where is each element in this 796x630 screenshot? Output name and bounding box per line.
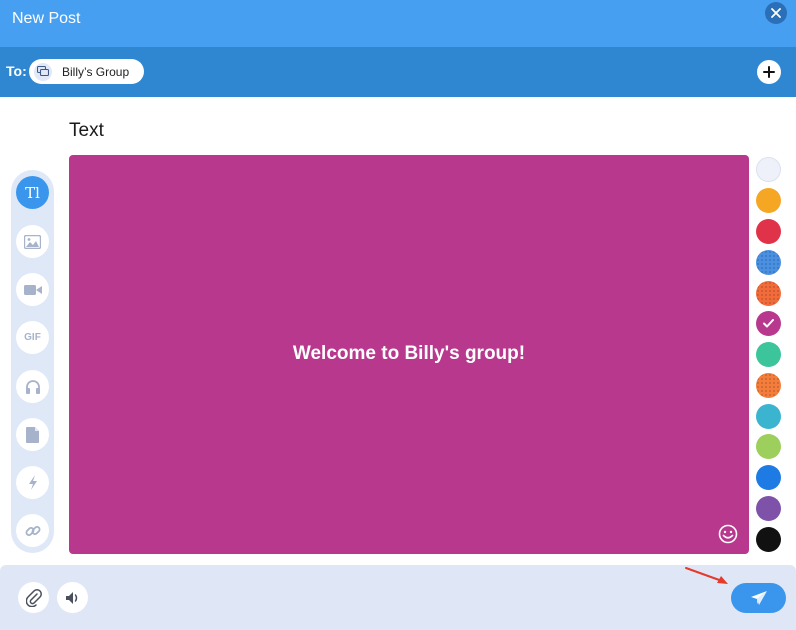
tool-document[interactable] (16, 418, 49, 451)
window-title: New Post (12, 10, 81, 27)
post-canvas[interactable]: Welcome to Billy's group! (69, 155, 749, 554)
tool-image[interactable] (16, 225, 49, 258)
color-swatch-teal[interactable] (756, 404, 781, 429)
color-swatch-magenta[interactable] (756, 311, 781, 336)
chat-icon (34, 62, 52, 81)
to-label: To: (6, 63, 27, 79)
color-swatch-purple[interactable] (756, 496, 781, 521)
color-swatch-red[interactable] (756, 219, 781, 244)
gif-icon: GIF (24, 332, 41, 343)
color-swatch-lime[interactable] (756, 434, 781, 459)
header: New Post (0, 0, 796, 47)
text-icon: Tl (25, 183, 40, 202)
color-swatch-light[interactable] (756, 157, 781, 182)
color-swatch-bright-blue[interactable] (756, 465, 781, 490)
link-icon (25, 525, 40, 536)
tool-flash[interactable] (16, 466, 49, 499)
recipient-chip[interactable]: Billy’s Group (29, 59, 144, 84)
annotation-arrow-icon (685, 567, 728, 584)
emoji-icon[interactable] (718, 524, 738, 544)
plus-icon (763, 66, 775, 78)
check-icon (763, 319, 774, 328)
tool-gif[interactable]: GIF (16, 321, 49, 354)
post-text[interactable]: Welcome to Billy's group! (69, 343, 749, 365)
post-type-rail: Tl GIF (11, 170, 54, 553)
send-icon (750, 591, 767, 605)
color-swatch-coral-texture[interactable] (756, 281, 781, 306)
color-swatch-blue-texture[interactable] (756, 250, 781, 275)
video-icon (23, 284, 42, 295)
recipient-name: Billy’s Group (62, 64, 130, 79)
close-button[interactable] (765, 2, 787, 24)
tool-audio[interactable] (16, 370, 49, 403)
post-type-title: Text (69, 120, 104, 141)
send-button[interactable] (731, 583, 786, 613)
sound-button[interactable] (57, 582, 88, 613)
close-icon (771, 8, 781, 18)
lightning-icon (28, 475, 37, 490)
color-swatch-orange[interactable] (756, 188, 781, 213)
tool-video[interactable] (16, 273, 49, 306)
new-post-window: New Post To: Billy’s Group Text Tl GIF W… (0, 0, 796, 630)
footer-bar (0, 565, 796, 630)
attach-button[interactable] (18, 582, 49, 613)
speaker-icon (65, 591, 77, 604)
color-swatch-green[interactable] (756, 342, 781, 367)
add-recipient-button[interactable] (757, 60, 781, 84)
color-swatch-orange-texture[interactable] (756, 373, 781, 398)
image-icon (24, 234, 41, 249)
tool-text[interactable]: Tl (16, 176, 49, 209)
headphones-icon (25, 380, 40, 394)
recipient-bar: To: Billy’s Group (0, 47, 796, 97)
color-swatch-black[interactable] (756, 527, 781, 552)
document-icon (26, 426, 39, 443)
tool-link[interactable] (16, 514, 49, 547)
paperclip-icon (25, 588, 42, 607)
